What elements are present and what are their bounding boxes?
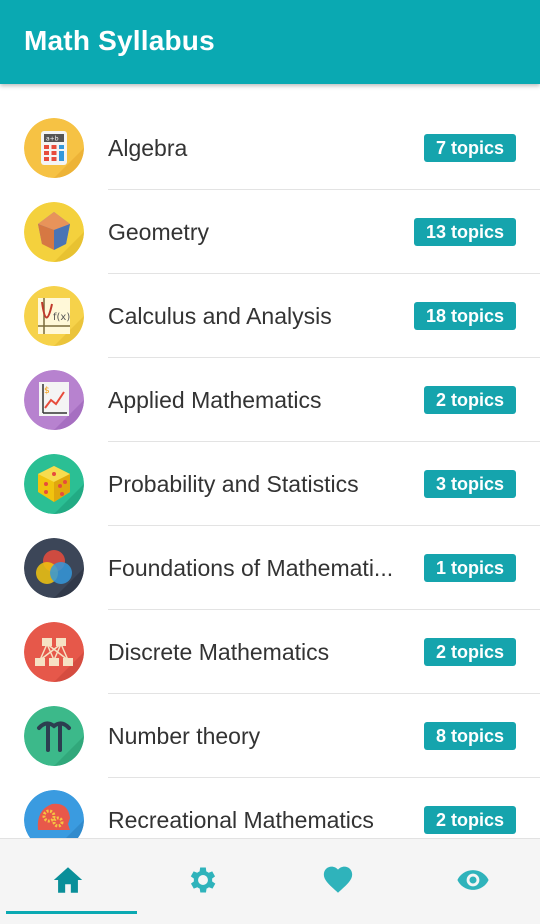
- category-name: Probability and Statistics: [108, 471, 359, 497]
- nav-favorites[interactable]: [270, 839, 405, 924]
- list-item-recreational-mathematics[interactable]: Recreational Mathematics 2 topics: [0, 778, 540, 838]
- list-item-discrete-mathematics[interactable]: Discrete Mathematics 2 topics: [0, 610, 540, 694]
- calculator-icon: a+b: [24, 118, 84, 178]
- bottom-navigation: [0, 838, 540, 924]
- category-name: Geometry: [108, 219, 209, 245]
- home-icon: [53, 867, 82, 893]
- active-tab-indicator: [6, 911, 137, 914]
- topic-count-badge: 13 topics: [413, 218, 516, 246]
- list-item-algebra[interactable]: a+b Algebra 7 topics: [0, 106, 540, 190]
- topic-count-badge: 2 topics: [423, 806, 516, 834]
- svg-text:$: $: [44, 386, 50, 396]
- topic-count-badge: 18 topics: [413, 302, 516, 330]
- page-title: Math Syllabus: [24, 25, 215, 56]
- category-name: Discrete Mathematics: [108, 639, 330, 665]
- topic-count-badge: 7 topics: [423, 134, 516, 162]
- category-name: Applied Mathematics: [108, 387, 322, 413]
- polyhedron-icon: [24, 202, 84, 262]
- list-item-applied-mathematics[interactable]: $ Applied Mathematics 2 topics: [0, 358, 540, 442]
- eye-icon: [456, 870, 489, 890]
- topic-count-badge: 2 topics: [423, 638, 516, 666]
- venn-diagram-icon: [24, 538, 84, 598]
- list-item-probability-and-statistics[interactable]: Probability and Statistics 3 topics: [0, 442, 540, 526]
- pi-symbol-icon: [24, 706, 84, 766]
- nav-settings[interactable]: [135, 839, 270, 924]
- topic-count-badge: 2 topics: [423, 386, 516, 414]
- category-name: Recreational Mathematics: [108, 807, 374, 833]
- nav-viewed[interactable]: [405, 839, 540, 924]
- topic-count-badge: 1 topics: [423, 554, 516, 582]
- gear-icon: [190, 867, 215, 893]
- nav-home[interactable]: [0, 839, 137, 924]
- svg-text:a+b: a+b: [46, 136, 59, 143]
- app-bar: Math Syllabus: [0, 0, 540, 84]
- graph-network-icon: [24, 622, 84, 682]
- dice-icon: [24, 454, 84, 514]
- list-item-number-theory[interactable]: Number theory 8 topics: [0, 694, 540, 778]
- growth-chart-icon: $: [24, 370, 84, 430]
- brain-gears-icon: [24, 790, 84, 838]
- topic-count-badge: 3 topics: [423, 470, 516, 498]
- list-item-calculus-and-analysis[interactable]: f(x) Calculus and Analysis 18 topics: [0, 274, 540, 358]
- category-name: Calculus and Analysis: [108, 303, 332, 329]
- heart-icon: [323, 866, 352, 893]
- category-list[interactable]: a+b Algebra 7 topics Geometry 13 topics …: [0, 106, 540, 838]
- list-item-geometry[interactable]: Geometry 13 topics: [0, 190, 540, 274]
- topic-count-badge: 8 topics: [423, 722, 516, 750]
- function-graph-icon: f(x): [24, 286, 84, 346]
- category-name: Algebra: [108, 135, 188, 161]
- list-item-foundations-of-mathematics[interactable]: Foundations of Mathemati... 1 topics: [0, 526, 540, 610]
- category-name: Foundations of Mathemati...: [108, 555, 394, 581]
- svg-text:f(x): f(x): [53, 312, 70, 323]
- category-name: Number theory: [108, 723, 261, 749]
